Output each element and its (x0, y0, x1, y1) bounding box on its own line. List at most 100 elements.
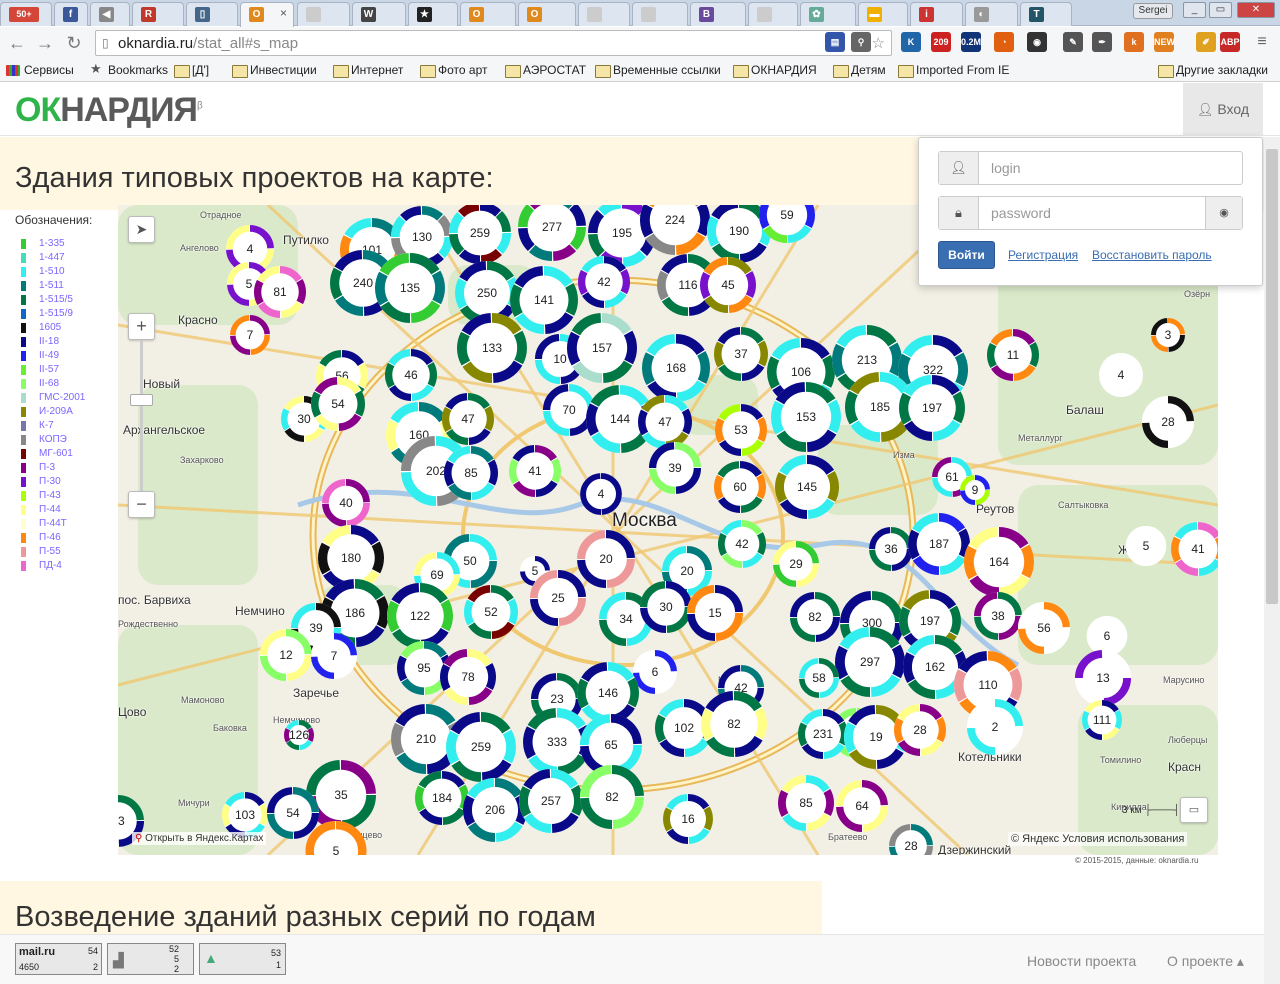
browser-tab[interactable]: R (132, 2, 184, 26)
login-field[interactable]: 👤︎ login (938, 151, 1243, 185)
close-tab-icon[interactable]: × (280, 6, 287, 20)
browser-profile-button[interactable]: Sergei (1133, 3, 1173, 19)
building-cluster[interactable]: 40 (322, 479, 370, 527)
bookmark-item[interactable]: ОКНАРДИЯ (733, 63, 817, 78)
browser-tab[interactable]: 50+ (0, 2, 52, 26)
browser-tab[interactable]: O (518, 2, 576, 26)
building-cluster[interactable]: 28 (893, 703, 947, 757)
bookmark-item[interactable]: Инвестиции (232, 63, 317, 78)
building-cluster[interactable]: 2 (966, 698, 1024, 756)
building-cluster[interactable]: 231 (798, 708, 848, 760)
building-cluster[interactable]: 78 (440, 648, 496, 706)
building-cluster[interactable]: 47 (637, 395, 693, 449)
building-cluster[interactable]: 168 (642, 334, 710, 402)
geolocate-button[interactable]: ➤ (128, 216, 155, 243)
map-copyright[interactable]: © Яндекс Условия использования (1008, 832, 1188, 846)
browser-tab[interactable]: O (460, 2, 516, 26)
building-cluster[interactable]: 5 (1125, 525, 1167, 567)
password-field[interactable]: 🔒︎ password ◉ (938, 196, 1243, 230)
site-logo[interactable]: ОКНАРДИЯβ (15, 91, 203, 130)
bookmark-item[interactable]: АЭРОСТАТ (505, 63, 586, 78)
browser-tab[interactable] (297, 2, 350, 26)
kinopoisk-icon[interactable]: k (1124, 32, 1144, 52)
building-cluster[interactable]: 277 (518, 205, 586, 261)
page-scrollbar[interactable] (1264, 137, 1280, 984)
camera-icon[interactable]: ◉ (1027, 32, 1047, 52)
counter-209-icon[interactable]: 209 (931, 32, 951, 52)
browser-tab[interactable]: ▬ (858, 2, 908, 26)
building-cluster[interactable]: 4 (1099, 353, 1143, 397)
project-news-link[interactable]: Новости проекта (1027, 953, 1136, 969)
building-cluster[interactable]: 7 (310, 632, 358, 680)
flag-us-icon[interactable]: ▤ (825, 32, 845, 52)
browser-tab[interactable]: ✿ (800, 2, 856, 26)
building-cluster[interactable]: 46 (384, 348, 438, 402)
close-window-icon[interactable]: ✕ (1237, 2, 1275, 18)
building-cluster[interactable]: 45 (700, 256, 756, 314)
building-cluster[interactable]: 39 (648, 441, 702, 495)
building-cluster[interactable]: 56 (1017, 601, 1071, 655)
submit-login-button[interactable]: Войти (938, 241, 995, 269)
k-icon[interactable]: K (901, 32, 921, 52)
building-cluster[interactable]: 13 (1074, 649, 1132, 707)
browser-tab[interactable]: B (690, 2, 746, 26)
bookmark-item[interactable]: Детям (833, 63, 886, 78)
building-cluster[interactable]: 164 (964, 527, 1034, 597)
building-cluster[interactable]: 41 (508, 444, 562, 498)
counter-mailru[interactable]: mail.ru 54 4650 2 (15, 943, 102, 975)
building-cluster[interactable]: 3 (1150, 317, 1186, 353)
address-bar[interactable]: ▯ oknardia.ru/stat_all#s_map ☆ (95, 30, 892, 56)
building-cluster[interactable]: 141 (510, 266, 578, 334)
bookmark-item[interactable]: Imported From IE (898, 63, 1009, 78)
show-password-icon[interactable]: ◉ (1205, 197, 1242, 229)
building-cluster[interactable]: 157 (567, 313, 637, 383)
building-cluster[interactable]: 259 (446, 712, 516, 782)
building-cluster[interactable]: 29 (772, 540, 820, 588)
register-link[interactable]: Регистрация (1008, 248, 1078, 262)
building-cluster[interactable]: 42 (577, 255, 631, 309)
building-cluster[interactable]: 11 (986, 328, 1040, 382)
building-cluster[interactable]: 6 (633, 650, 677, 694)
scrollbar-thumb[interactable] (1266, 149, 1278, 604)
building-cluster[interactable]: 257 (519, 769, 583, 833)
building-cluster[interactable]: 12 (259, 628, 313, 682)
building-cluster[interactable]: 126 (284, 719, 314, 751)
building-cluster[interactable]: 135 (375, 253, 445, 323)
building-cluster[interactable]: 82 (701, 690, 767, 758)
zoom-slider-track[interactable] (140, 341, 143, 491)
bookmark-item[interactable]: Bookmarks (90, 61, 168, 77)
abp-icon[interactable]: ABP (1220, 32, 1240, 52)
zoom-in-button[interactable]: + (128, 313, 155, 340)
building-cluster[interactable]: 82 (580, 765, 644, 829)
building-cluster[interactable]: 85 (443, 446, 499, 500)
building-cluster[interactable]: 28 (1141, 395, 1195, 449)
building-cluster[interactable]: 42 (717, 520, 767, 568)
browser-tab[interactable] (632, 2, 688, 26)
building-cluster[interactable]: 52 (463, 585, 519, 639)
building-cluster[interactable]: 145 (775, 455, 839, 519)
building-cluster[interactable]: 20 (577, 530, 635, 588)
building-cluster[interactable]: 28 (889, 824, 933, 855)
browser-tab[interactable]: ◀ (90, 2, 130, 26)
swirl-icon[interactable]: ◔ (994, 32, 1014, 52)
building-cluster[interactable]: 197 (899, 374, 965, 442)
login-toggle-button[interactable]: 👤︎ Вход (1183, 83, 1263, 136)
building-cluster[interactable]: 64 (835, 779, 889, 833)
building-cluster[interactable]: 54 (266, 786, 320, 840)
building-cluster[interactable]: 9 (959, 474, 991, 506)
open-in-yandex-link[interactable]: ⚲ Открыть в Яндекс.Картах (132, 832, 267, 845)
building-cluster[interactable]: 16 (663, 793, 713, 845)
building-cluster[interactable]: 41 (1170, 522, 1218, 576)
browser-tab[interactable] (748, 2, 798, 26)
zoom-slider-handle[interactable] (130, 394, 153, 406)
counter-liveinternet[interactable]: ▟ 52 5 2 (107, 943, 194, 975)
bookmark-item[interactable]: Временные ссылки (595, 63, 721, 78)
building-cluster[interactable]: 15 (686, 584, 744, 642)
building-cluster[interactable]: 81 (253, 265, 307, 319)
building-cluster[interactable]: 82 (789, 591, 841, 643)
buildings-map[interactable]: Отрадное Путилко Ангелово Красно Новый Арханг… (118, 205, 1218, 855)
menu-icon[interactable]: ≡ (1252, 32, 1272, 52)
building-cluster[interactable]: 36 (869, 527, 913, 571)
ruler-button[interactable]: ▭ (1180, 797, 1208, 823)
browser-tab[interactable]: f (54, 2, 88, 26)
